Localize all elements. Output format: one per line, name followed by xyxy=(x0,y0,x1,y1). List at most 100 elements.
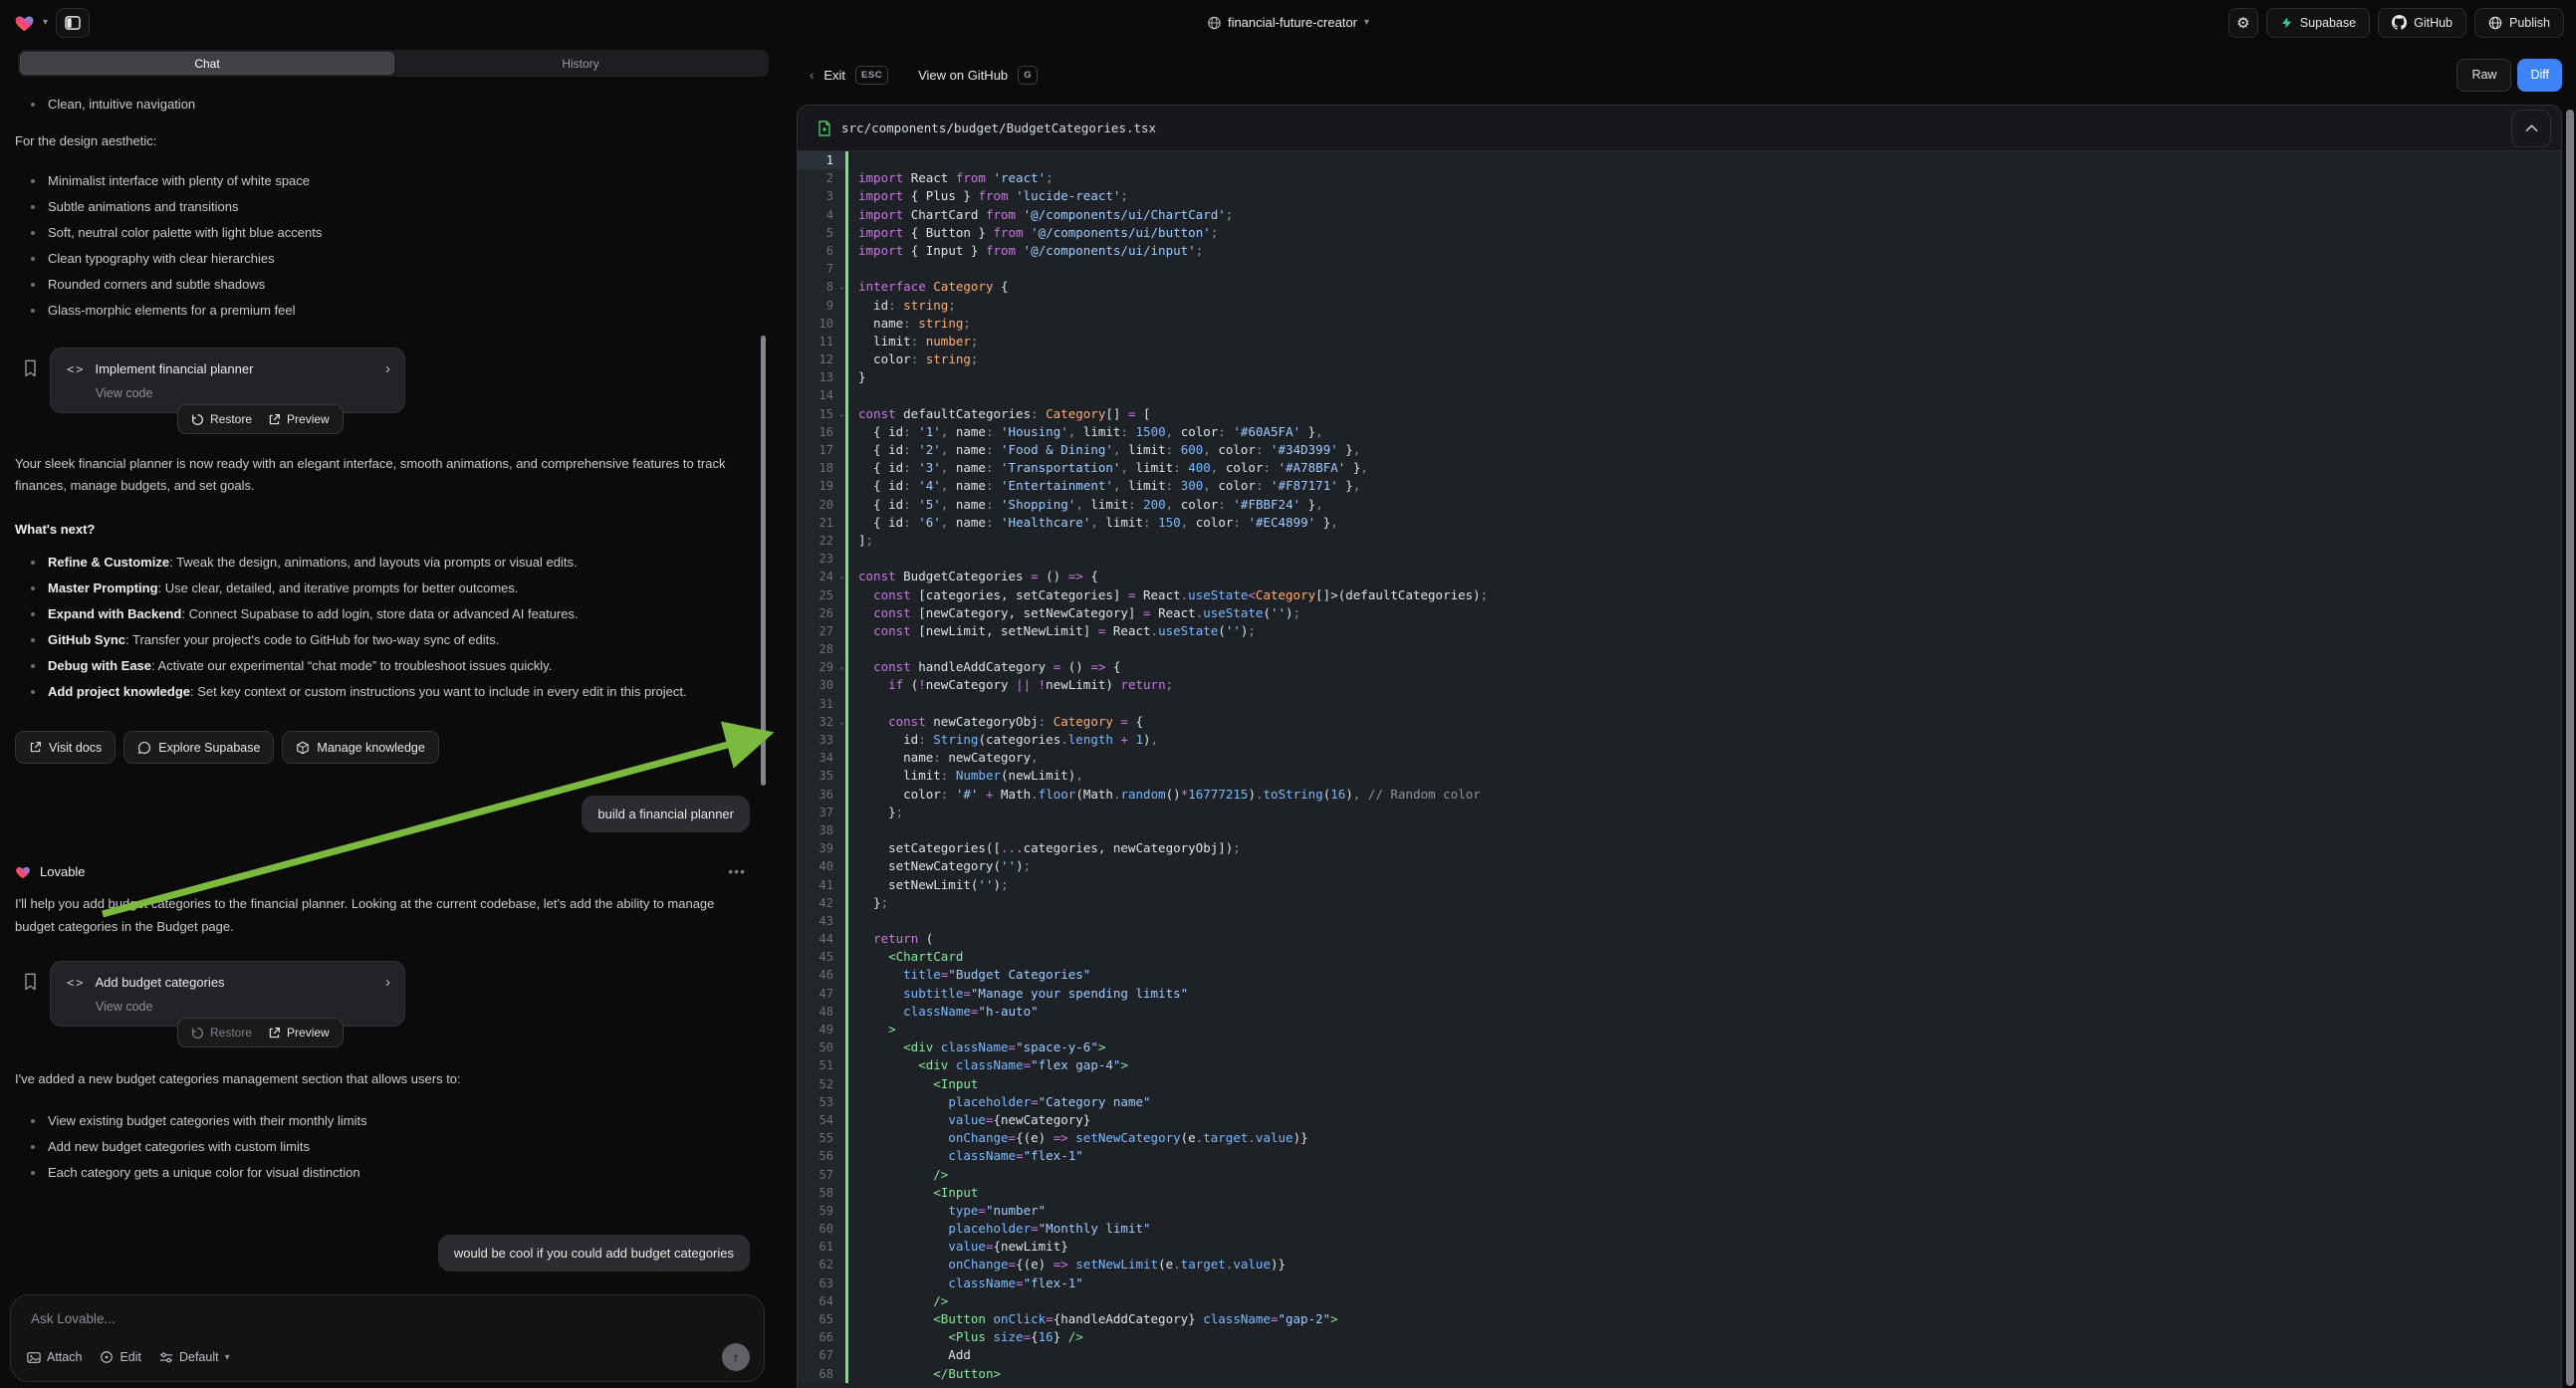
code-text: value={newCategory} xyxy=(848,1111,1090,1129)
github-button[interactable]: GitHub xyxy=(2378,8,2466,38)
view-on-github-button[interactable]: View on GitHub G xyxy=(918,66,1038,85)
code-text: ]; xyxy=(848,532,873,550)
code-line: 42 }; xyxy=(798,894,2561,912)
code-text: const newCategoryObj: Category = { xyxy=(848,713,1143,731)
code-text: className="flex-1" xyxy=(848,1147,1083,1165)
code-line: 25 const [categories, setCategories] = R… xyxy=(798,586,2561,604)
view-code-link[interactable]: View code xyxy=(67,1000,390,1014)
step-text: : Use clear, detailed, and iterative pro… xyxy=(158,580,519,595)
step-title: GitHub Sync xyxy=(48,632,125,647)
fold-chevron-icon[interactable]: ⌄ xyxy=(839,658,844,676)
collapse-file-button[interactable] xyxy=(2511,110,2551,147)
code-text: { id: '1', name: 'Housing', limit: 1500,… xyxy=(848,423,1323,441)
code-line: 40 setNewCategory(''); xyxy=(798,857,2561,875)
supabase-button[interactable]: Supabase xyxy=(2266,8,2370,38)
code-line: 26 const [newCategory, setNewCategory] =… xyxy=(798,604,2561,622)
github-label: GitHub xyxy=(2414,16,2453,30)
tab-chat[interactable]: Chat xyxy=(20,52,394,75)
code-line: 47 subtitle="Manage your spending limits… xyxy=(798,985,2561,1003)
fold-chevron-icon[interactable]: ⌄ xyxy=(839,568,844,585)
line-number: 2 xyxy=(798,169,845,187)
supabase-label: Supabase xyxy=(2300,16,2356,30)
line-number: 25 xyxy=(798,586,845,604)
line-number: 5 xyxy=(798,224,845,242)
code-line: 59 type="number" xyxy=(798,1202,2561,1220)
bookmark-icon[interactable] xyxy=(23,973,38,991)
step-text: : Connect Supabase to add login, store d… xyxy=(181,606,578,621)
code-view-panel: ‹ Exit ESC View on GitHub G Raw Diff xyxy=(788,45,2576,1388)
code-scrollbar[interactable] xyxy=(2566,110,2574,1386)
project-switcher[interactable]: financial-future-creator ▾ xyxy=(1207,15,1369,30)
line-number: 57 xyxy=(798,1166,845,1184)
lovable-logo-icon[interactable] xyxy=(14,13,35,32)
file-header[interactable]: src/components/budget/BudgetCategories.t… xyxy=(798,106,2561,151)
code-line: 56 className="flex-1" xyxy=(798,1147,2561,1165)
fold-chevron-icon[interactable]: ⌄ xyxy=(839,405,844,423)
code-line: 30 if (!newCategory || !newLimit) return… xyxy=(798,676,2561,694)
code-line: 28 xyxy=(798,640,2561,658)
message-menu-button[interactable]: ••• xyxy=(728,863,746,879)
step-text: : Set key context or custom instructions… xyxy=(190,684,687,699)
raw-button[interactable]: Raw xyxy=(2457,59,2511,92)
line-number: 43 xyxy=(798,912,845,930)
code-text: value={newLimit} xyxy=(848,1238,1068,1256)
chevron-right-icon: › xyxy=(385,974,390,991)
logo-chevron-down-icon[interactable]: ▾ xyxy=(43,17,48,28)
code-text xyxy=(848,695,858,713)
list-item: Debug with Ease: Activate our experiment… xyxy=(15,656,750,676)
preview-button[interactable]: Preview xyxy=(268,1026,330,1040)
restore-button[interactable]: Restore xyxy=(191,1026,252,1040)
diff-button[interactable]: Diff xyxy=(2517,59,2562,92)
chat-input[interactable]: Ask Lovable... xyxy=(31,1311,748,1326)
code-text: setNewLimit(''); xyxy=(848,876,1009,894)
line-number: 49 xyxy=(798,1021,845,1039)
list-item: Rounded corners and subtle shadows xyxy=(15,275,750,295)
list-item: Glass-morphic elements for a premium fee… xyxy=(15,301,750,321)
explore-supabase-button[interactable]: Explore Supabase xyxy=(123,731,274,764)
line-number: 37 xyxy=(798,804,845,821)
line-number: 60 xyxy=(798,1220,845,1238)
publish-button[interactable]: Publish xyxy=(2474,8,2564,38)
exit-button[interactable]: ‹ Exit ESC xyxy=(810,66,888,85)
view-code-link[interactable]: View code xyxy=(67,386,390,400)
line-number: 30 xyxy=(798,676,845,694)
bookmark-icon[interactable] xyxy=(23,359,38,377)
code-line: 65 <Button onClick={handleAddCategory} c… xyxy=(798,1310,2561,1328)
code-line: 38 xyxy=(798,821,2561,839)
code-text: limit: number; xyxy=(848,333,978,350)
manage-knowledge-button[interactable]: Manage knowledge xyxy=(282,731,438,764)
code-text: onChange={(e) => setNewLimit(e.target.va… xyxy=(848,1256,1286,1273)
code-line: 5import { Button } from '@/components/ui… xyxy=(798,224,2561,242)
settings-button[interactable]: ⚙ xyxy=(2228,8,2258,38)
code-text xyxy=(848,821,858,839)
line-number: 41 xyxy=(798,876,845,894)
code-text: /> xyxy=(848,1292,948,1310)
code-text: <Plus size={16} /> xyxy=(848,1328,1083,1346)
tab-history[interactable]: History xyxy=(394,52,767,75)
line-number: 27 xyxy=(798,622,845,640)
chat-message-list[interactable]: Clean, intuitive navigation For the desi… xyxy=(0,83,788,1332)
preview-button[interactable]: Preview xyxy=(268,412,330,426)
chat-scrollbar[interactable] xyxy=(761,336,766,786)
line-number: 21 xyxy=(798,514,845,532)
version-card-add-budget-categories[interactable]: <> Add budget categories › View code Res… xyxy=(50,961,405,1027)
fold-chevron-icon[interactable]: ⌄ xyxy=(839,278,844,296)
mode-select[interactable]: Default ▾ xyxy=(159,1350,230,1364)
code-editor[interactable]: 12import React from 'react';3import { Pl… xyxy=(798,151,2561,1383)
visit-docs-button[interactable]: Visit docs xyxy=(15,731,116,764)
line-number: 36 xyxy=(798,786,845,804)
code-text: const handleAddCategory = () => { xyxy=(848,658,1120,676)
edit-button[interactable]: Edit xyxy=(100,1350,141,1364)
attach-button[interactable]: Attach xyxy=(27,1350,82,1364)
line-number: 34 xyxy=(798,749,845,767)
added-summary: I've added a new budget categories manag… xyxy=(15,1068,750,1089)
send-button[interactable]: ↑ xyxy=(722,1343,750,1371)
version-card-implement-financial-planner[interactable]: <> Implement financial planner › View co… xyxy=(50,347,405,413)
toggle-sidebar-button[interactable] xyxy=(56,8,90,38)
restore-button[interactable]: Restore xyxy=(191,412,252,426)
fold-chevron-icon[interactable]: ⌄ xyxy=(839,713,844,731)
supabase-icon xyxy=(2280,16,2293,30)
code-text: > xyxy=(848,1021,896,1039)
code-text: color: string; xyxy=(848,350,978,368)
code-text: <ChartCard xyxy=(848,948,963,966)
